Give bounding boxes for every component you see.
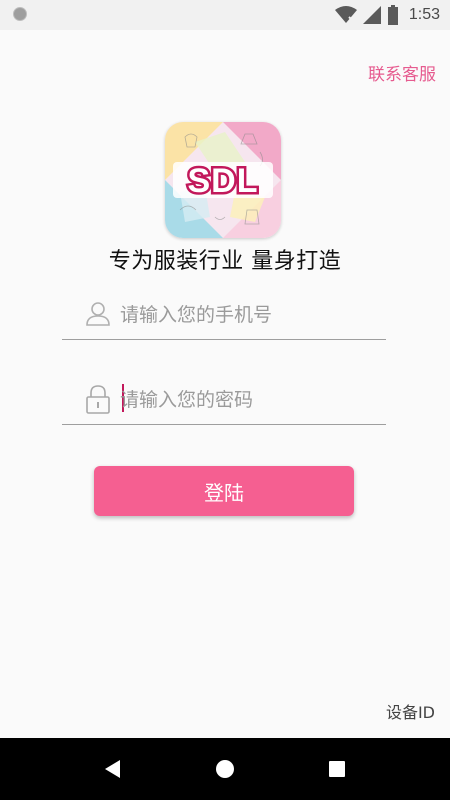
login-button[interactable]: 登陆 [94, 466, 354, 516]
home-icon[interactable] [214, 758, 236, 780]
logo-text: SDL [188, 162, 259, 200]
lock-icon [86, 385, 110, 414]
status-indicators: 1:53 [334, 0, 440, 30]
battery-icon [387, 5, 398, 25]
password-field-row [62, 380, 386, 425]
wifi-icon [334, 6, 357, 23]
phone-field-row [62, 295, 386, 340]
status-time: 1:53 [408, 6, 440, 23]
phone-input[interactable] [120, 295, 380, 335]
navigation-bar [0, 738, 450, 800]
device-id-link[interactable]: 设备ID [386, 699, 435, 723]
back-icon[interactable] [102, 758, 124, 780]
signal-icon [362, 6, 381, 24]
login-screen: 1:53 联系客服 SDL 专为服装行业 量身打造 请输入您的手机号 登陆 设备… [0, 0, 450, 800]
recents-icon[interactable] [326, 758, 348, 780]
tagline: 专为服装行业 量身打造 [108, 249, 342, 274]
status-bar: 1:53 [0, 0, 450, 30]
user-icon [86, 302, 110, 326]
app-logo: SDL [165, 122, 281, 238]
password-input[interactable] [120, 380, 380, 420]
contact-support-link[interactable]: 联系客服 [368, 60, 436, 85]
notification-dot-icon [13, 7, 27, 21]
